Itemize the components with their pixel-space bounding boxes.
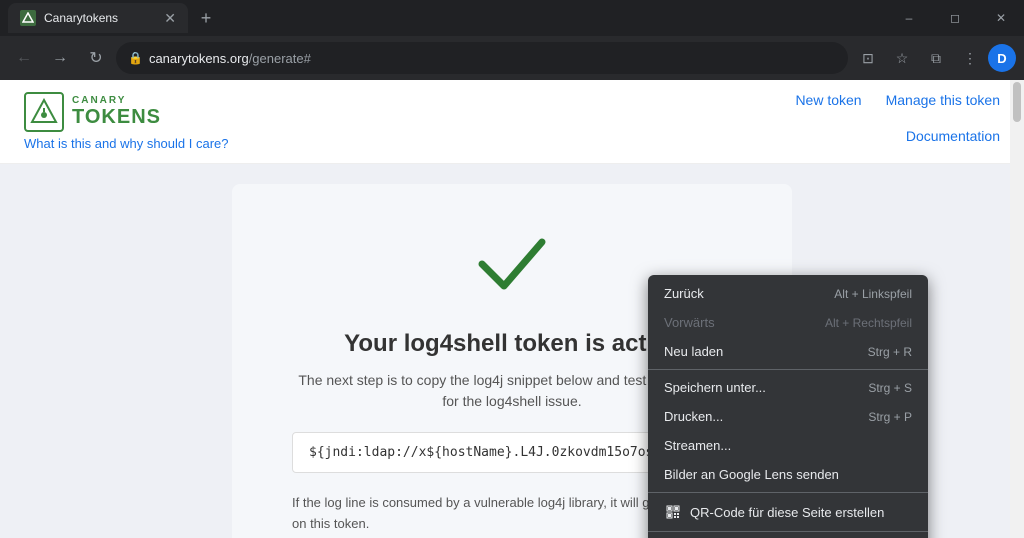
- tab-favicon: [20, 10, 36, 26]
- ctx-divider-1: [648, 369, 928, 370]
- address-domain: canarytokens.org: [149, 51, 249, 66]
- address-text: canarytokens.org/generate#: [149, 51, 836, 66]
- tab-bar: Canarytokens ✕ + – ◻ ✕: [0, 0, 1024, 36]
- nav-top: New token Manage this token: [795, 92, 1000, 108]
- active-tab[interactable]: Canarytokens ✕: [8, 3, 188, 33]
- ctx-stream-label: Streamen...: [664, 438, 912, 453]
- forward-button[interactable]: →: [44, 42, 76, 74]
- logo-icon: [24, 92, 64, 132]
- nav-links: New token Manage this token Documentatio…: [795, 92, 1000, 144]
- maximize-button[interactable]: ◻: [932, 2, 978, 34]
- cast-icon[interactable]: ⊡: [852, 42, 884, 74]
- ctx-reload-label: Neu laden: [664, 344, 856, 359]
- tab-title: Canarytokens: [44, 11, 156, 25]
- ctx-divider-3: [648, 531, 928, 532]
- tab-close-button[interactable]: ✕: [164, 10, 176, 27]
- ctx-print-shortcut: Strg + P: [868, 410, 912, 424]
- ctx-qr-label: QR-Code für diese Seite erstellen: [690, 505, 912, 520]
- page-area: CANARY TOKENS What is this and why shoul…: [0, 80, 1024, 538]
- ctx-lens-label: Bilder an Google Lens senden: [664, 467, 912, 482]
- ctx-back-label: Zurück: [664, 286, 822, 301]
- lock-icon: 🔒: [128, 51, 143, 65]
- logo: CANARY TOKENS: [24, 92, 229, 132]
- profile-button[interactable]: D: [988, 44, 1016, 72]
- logo-canary: CANARY: [72, 95, 161, 106]
- logo-text: CANARY TOKENS: [72, 95, 161, 129]
- context-menu-item-lens[interactable]: Bilder an Google Lens senden: [648, 460, 928, 489]
- logo-tokens: TOKENS: [72, 106, 161, 129]
- address-bar-row: ← → ↻ 🔒 canarytokens.org/generate# ⊡ ☆ ⧉…: [0, 36, 1024, 80]
- ctx-divider-2: [648, 492, 928, 493]
- close-button[interactable]: ✕: [978, 2, 1024, 34]
- new-token-link[interactable]: New token: [795, 92, 861, 108]
- context-menu: Zurück Alt + Linkspfeil Vorwärts Alt + R…: [648, 275, 928, 538]
- address-bar[interactable]: 🔒 canarytokens.org/generate#: [116, 42, 848, 74]
- bookmark-icon[interactable]: ☆: [886, 42, 918, 74]
- context-menu-item-forward[interactable]: Vorwärts Alt + Rechtspfeil: [648, 308, 928, 337]
- window-controls: – ◻ ✕: [886, 2, 1024, 34]
- ctx-save-shortcut: Strg + S: [868, 381, 912, 395]
- context-menu-item-reload[interactable]: Neu laden Strg + R: [648, 337, 928, 366]
- ctx-save-label: Speichern unter...: [664, 380, 856, 395]
- logo-area: CANARY TOKENS What is this and why shoul…: [24, 92, 229, 151]
- ctx-forward-label: Vorwärts: [664, 315, 813, 330]
- address-path: /generate#: [249, 51, 311, 66]
- context-menu-item-print[interactable]: Drucken... Strg + P: [648, 402, 928, 431]
- scrollbar-thumb[interactable]: [1013, 82, 1021, 122]
- new-tab-button[interactable]: +: [192, 4, 220, 32]
- reload-button[interactable]: ↻: [80, 42, 112, 74]
- minimize-button[interactable]: –: [886, 2, 932, 34]
- back-button[interactable]: ←: [8, 42, 40, 74]
- context-menu-item-stream[interactable]: Streamen...: [648, 431, 928, 460]
- manage-token-link[interactable]: Manage this token: [886, 92, 1000, 108]
- ctx-forward-shortcut: Alt + Rechtspfeil: [825, 316, 912, 330]
- tagline-link[interactable]: What is this and why should I care?: [24, 136, 229, 151]
- qr-icon: [664, 503, 682, 521]
- more-icon[interactable]: ⋮: [954, 42, 986, 74]
- scrollbar[interactable]: [1010, 80, 1024, 538]
- documentation-link[interactable]: Documentation: [906, 128, 1000, 144]
- toolbar-icons: ⊡ ☆ ⧉ ⋮ D: [852, 42, 1016, 74]
- ctx-print-label: Drucken...: [664, 409, 856, 424]
- context-menu-item-save[interactable]: Speichern unter... Strg + S: [648, 373, 928, 402]
- ctx-reload-shortcut: Strg + R: [868, 345, 912, 359]
- context-menu-item-qr[interactable]: QR-Code für diese Seite erstellen: [648, 496, 928, 528]
- extensions-icon[interactable]: ⧉: [920, 42, 952, 74]
- site-header: CANARY TOKENS What is this and why shoul…: [0, 80, 1024, 164]
- ctx-back-shortcut: Alt + Linkspfeil: [834, 287, 912, 301]
- context-menu-item-back[interactable]: Zurück Alt + Linkspfeil: [648, 279, 928, 308]
